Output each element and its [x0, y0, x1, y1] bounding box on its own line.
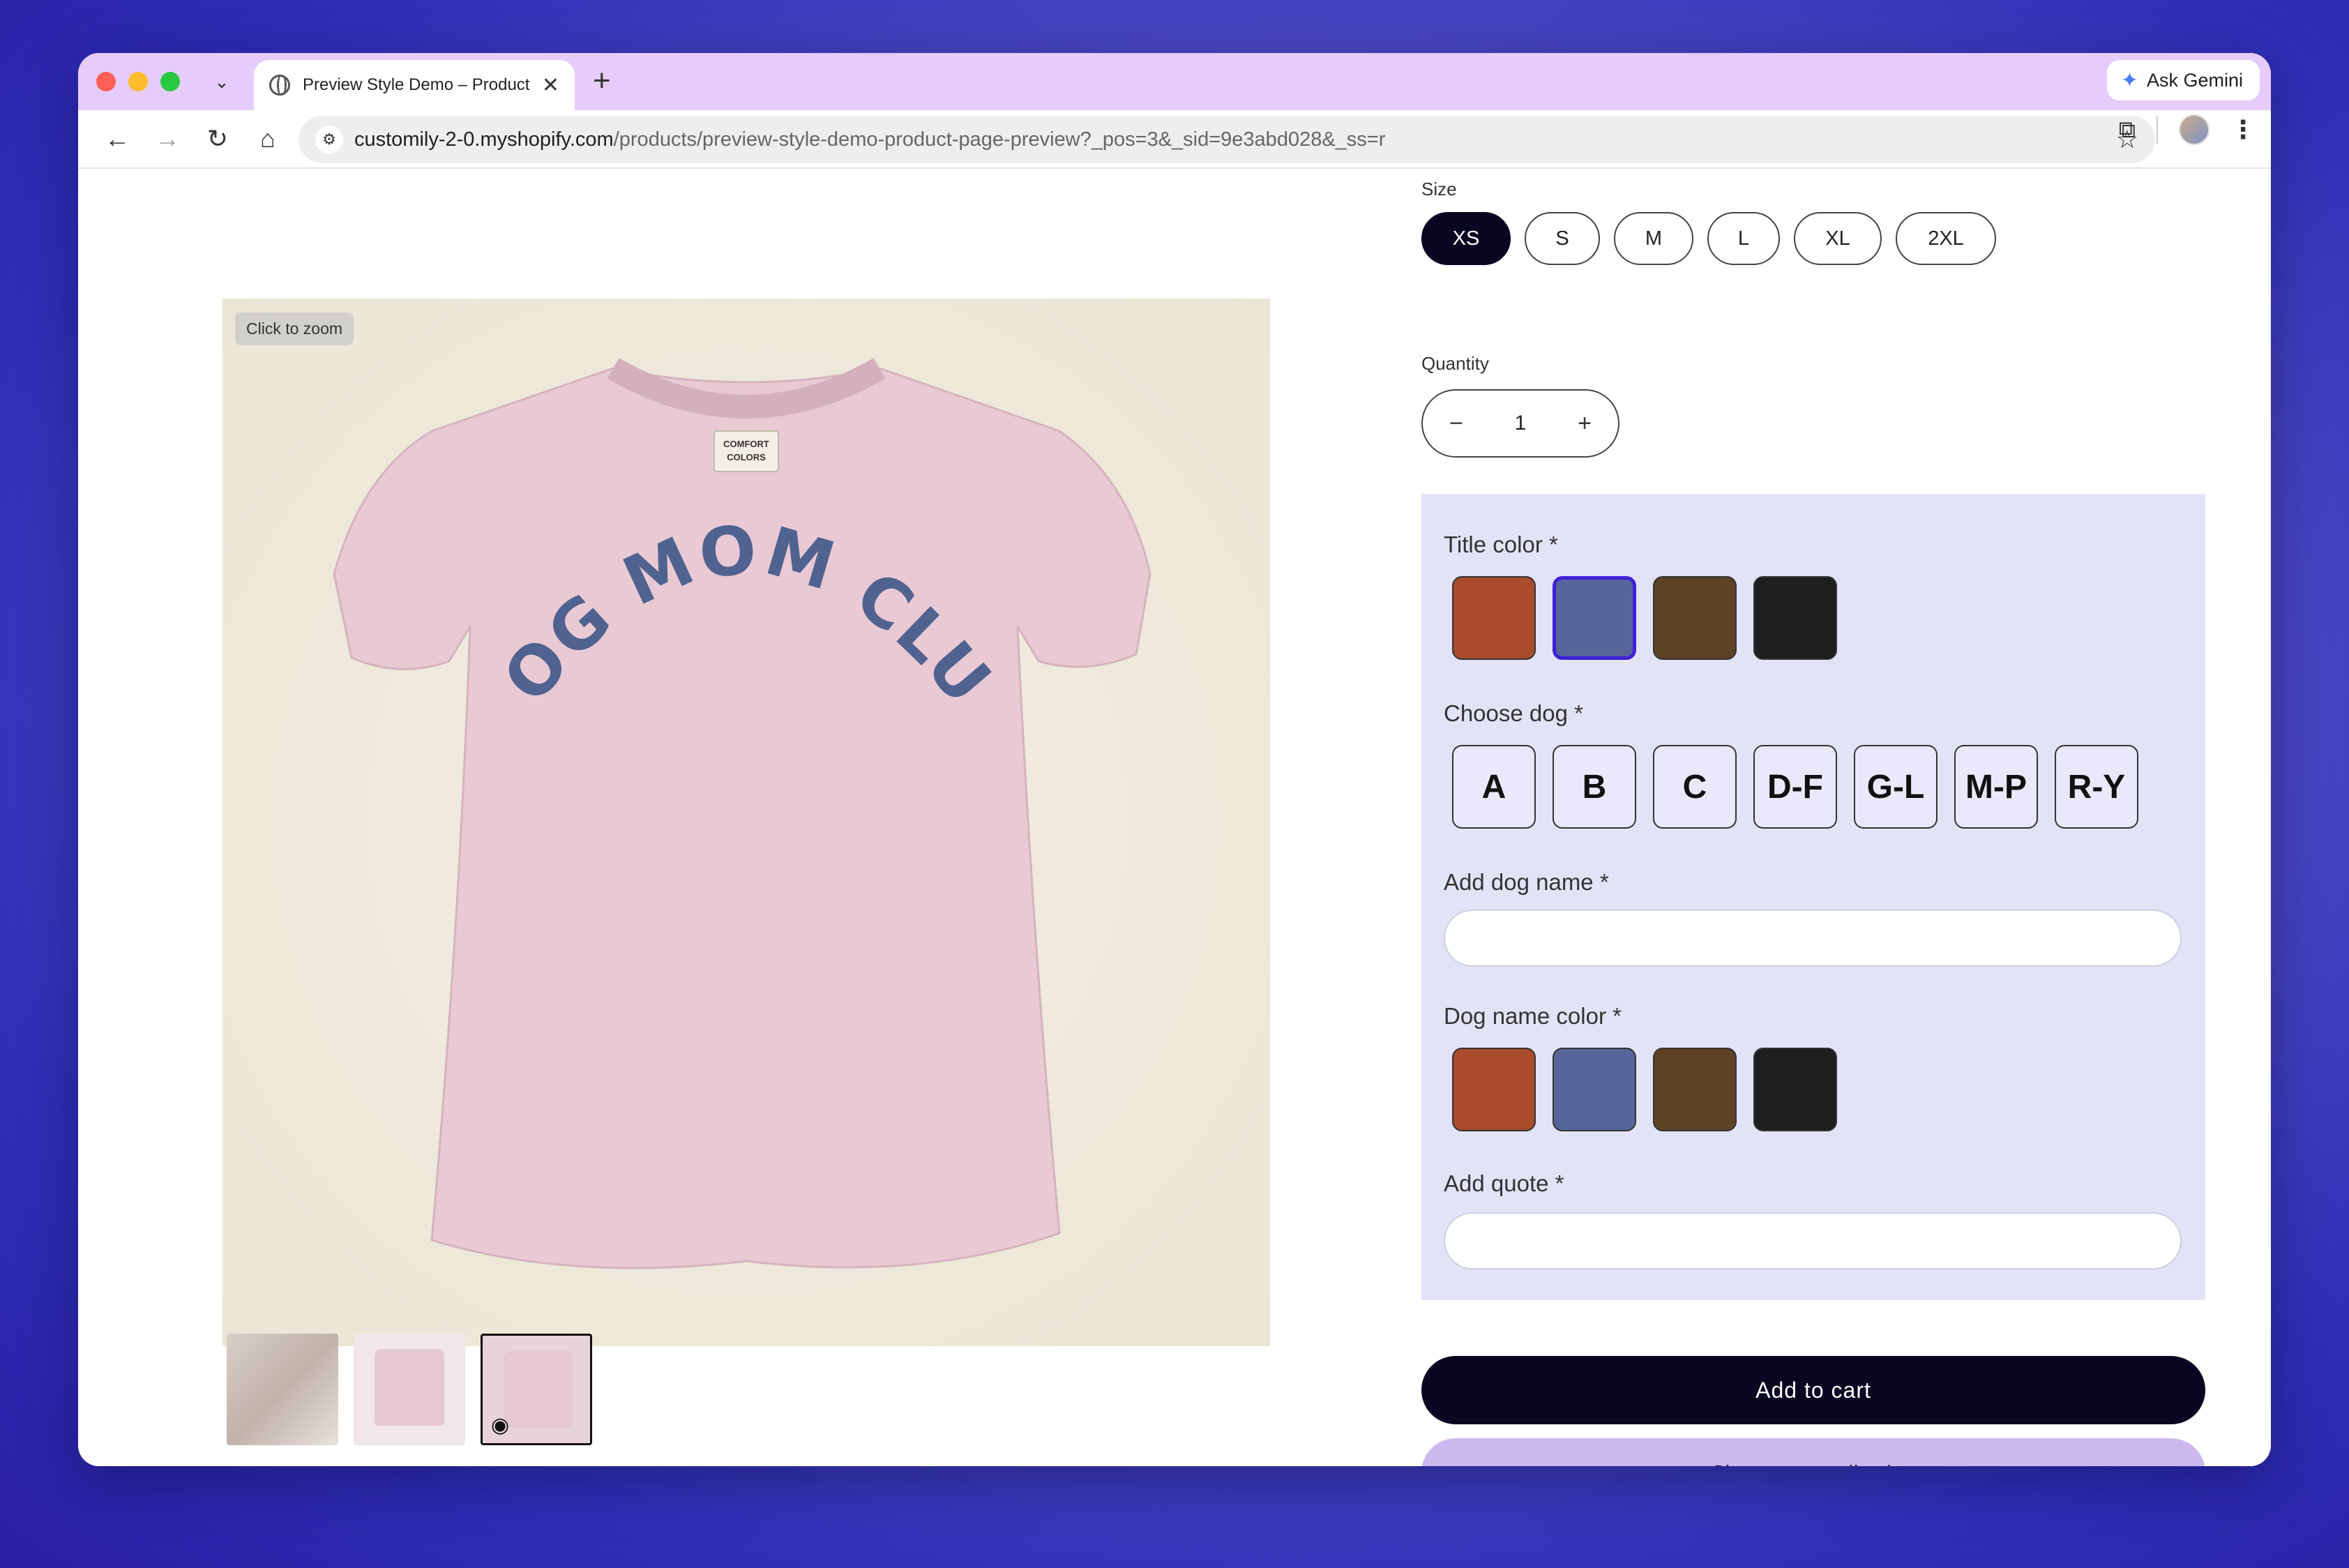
tab-search-chevron-icon[interactable]: ⌄ [208, 68, 236, 96]
dog-option-g-l[interactable]: G-L [1854, 745, 1938, 829]
title-color-swatch-2[interactable] [1553, 576, 1636, 660]
product-page: COMFORT COLORS DOG MOM CLUB Click to zoo… [78, 170, 2271, 1466]
tshirt-shape [333, 367, 1151, 1269]
browser-window: ⌄ Preview Style Demo – Product Page Prev… [78, 53, 2271, 1466]
size-option-xl[interactable]: XL [1794, 212, 1882, 265]
minimize-window-button[interactable] [128, 72, 148, 91]
tag-text-2: COLORS [727, 452, 766, 462]
quantity-minus-button[interactable]: − [1449, 410, 1463, 437]
thumbnail-shirt [375, 1349, 444, 1426]
thumbnail-2[interactable] [354, 1334, 465, 1445]
size-option-l[interactable]: L [1707, 212, 1780, 265]
thumbnail-1[interactable] [227, 1334, 338, 1445]
maximize-window-button[interactable] [160, 72, 180, 91]
url-path: /products/preview-style-demo-product-pag… [613, 128, 1386, 151]
kebab-menu-icon[interactable]: ⋮ [2230, 115, 2256, 144]
reload-icon[interactable]: ↻ [192, 114, 243, 164]
eye-icon: ◉ [491, 1414, 510, 1437]
dog-name-color-swatches [1452, 1048, 1837, 1131]
window-controls [96, 72, 180, 91]
size-option-s[interactable]: S [1525, 212, 1600, 265]
dog-name-color-swatch-2[interactable] [1553, 1048, 1636, 1131]
quantity-value[interactable]: 1 [1515, 412, 1527, 435]
close-tab-icon[interactable]: ✕ [542, 73, 559, 98]
toolbar-divider [2157, 116, 2158, 144]
choose-dog-label: Choose dog * [1444, 700, 1583, 726]
title-color-label: Title color * [1444, 532, 1558, 557]
close-window-button[interactable] [96, 72, 116, 91]
size-option-m[interactable]: M [1614, 212, 1693, 265]
click-to-zoom-chip[interactable]: Click to zoom [235, 312, 354, 345]
home-icon[interactable]: ⌂ [243, 114, 293, 164]
dog-option-b[interactable]: B [1553, 745, 1636, 829]
new-tab-button[interactable]: + [593, 66, 611, 96]
title-color-swatches [1452, 576, 1837, 660]
tag-text-1: COMFORT [723, 439, 769, 449]
dog-name-input[interactable] [1444, 910, 2182, 967]
dog-option-c[interactable]: C [1653, 745, 1737, 829]
thumbnail-shirt [504, 1351, 573, 1428]
forward-arrow-icon[interactable]: → [142, 114, 192, 164]
globe-icon [269, 75, 290, 96]
thumbnail-strip: ◉ [227, 1334, 592, 1445]
size-label: Size [1421, 179, 1457, 199]
dog-name-color-swatch-4[interactable] [1753, 1048, 1837, 1131]
dog-options: A B C D-F G-L M-P R-Y [1452, 745, 2138, 829]
ask-gemini-button[interactable]: ✦ Ask Gemini [2106, 60, 2260, 100]
dog-name-label: Add dog name * [1444, 869, 1609, 895]
thumbnail-3[interactable]: ◉ [481, 1334, 592, 1445]
quantity-plus-button[interactable]: + [1578, 410, 1592, 437]
dog-option-d-f[interactable]: D-F [1753, 745, 1837, 829]
personalization-panel: Title color * Choose dog * A B C D-F G-L M-P R… [1421, 494, 2205, 1300]
title-color-swatch-4[interactable] [1753, 576, 1837, 660]
quantity-label: Quantity [1421, 353, 1489, 374]
dog-name-color-swatch-3[interactable] [1653, 1048, 1737, 1131]
size-option-2xl[interactable]: 2XL [1896, 212, 1996, 265]
size-options: XS S M L XL 2XL [1421, 212, 1996, 265]
title-color-swatch-3[interactable] [1653, 576, 1737, 660]
dog-option-a[interactable]: A [1452, 745, 1536, 829]
tshirt-label [713, 430, 779, 472]
quote-label: Add quote * [1444, 1170, 1564, 1196]
share-personalization-button[interactable]: Share personalization [1421, 1438, 2205, 1466]
tab-title: Preview Style Demo – Product Page Previe… [303, 75, 535, 94]
navigation-bar: ← → ↻ ⌂ ⚙ customily-2-0.myshopify.com/pr… [78, 110, 2271, 169]
toolbar-right: ⧉ ⋮ [2119, 114, 2256, 145]
dog-option-m-p[interactable]: M-P [1954, 745, 2038, 829]
title-color-swatch-1[interactable] [1452, 576, 1536, 660]
dog-name-color-swatch-1[interactable] [1452, 1048, 1536, 1131]
url-domain: customily-2-0.myshopify.com [354, 128, 614, 151]
ask-gemini-label: Ask Gemini [2146, 69, 2243, 91]
add-to-cart-button[interactable]: Add to cart [1421, 1356, 2205, 1424]
address-bar[interactable]: ⚙ customily-2-0.myshopify.com/products/p… [299, 116, 2155, 163]
quote-input[interactable] [1444, 1212, 2182, 1269]
dog-option-r-y[interactable]: R-Y [2055, 745, 2138, 829]
profile-avatar[interactable] [2179, 114, 2210, 145]
dog-name-color-label: Dog name color * [1444, 1003, 1622, 1029]
quantity-stepper: − 1 + [1421, 389, 1619, 458]
tab-active[interactable]: Preview Style Demo – Product Page Previe… [254, 60, 575, 110]
size-option-xs[interactable]: XS [1421, 212, 1511, 265]
tab-strip: ⌄ Preview Style Demo – Product Page Prev… [78, 53, 2271, 110]
extensions-puzzle-icon[interactable]: ⧉ [2119, 116, 2136, 144]
product-main-image[interactable]: COMFORT COLORS DOG MOM CLUB Click to zoo… [222, 299, 1270, 1346]
url-text[interactable]: customily-2-0.myshopify.com/products/pre… [354, 128, 2116, 151]
gemini-sparkle-icon: ✦ [2120, 68, 2138, 92]
site-settings-icon[interactable]: ⚙ [315, 126, 343, 153]
back-arrow-icon[interactable]: ← [92, 114, 142, 164]
tshirt-illustration: COMFORT COLORS DOG MOM CLUB [222, 299, 1151, 1269]
